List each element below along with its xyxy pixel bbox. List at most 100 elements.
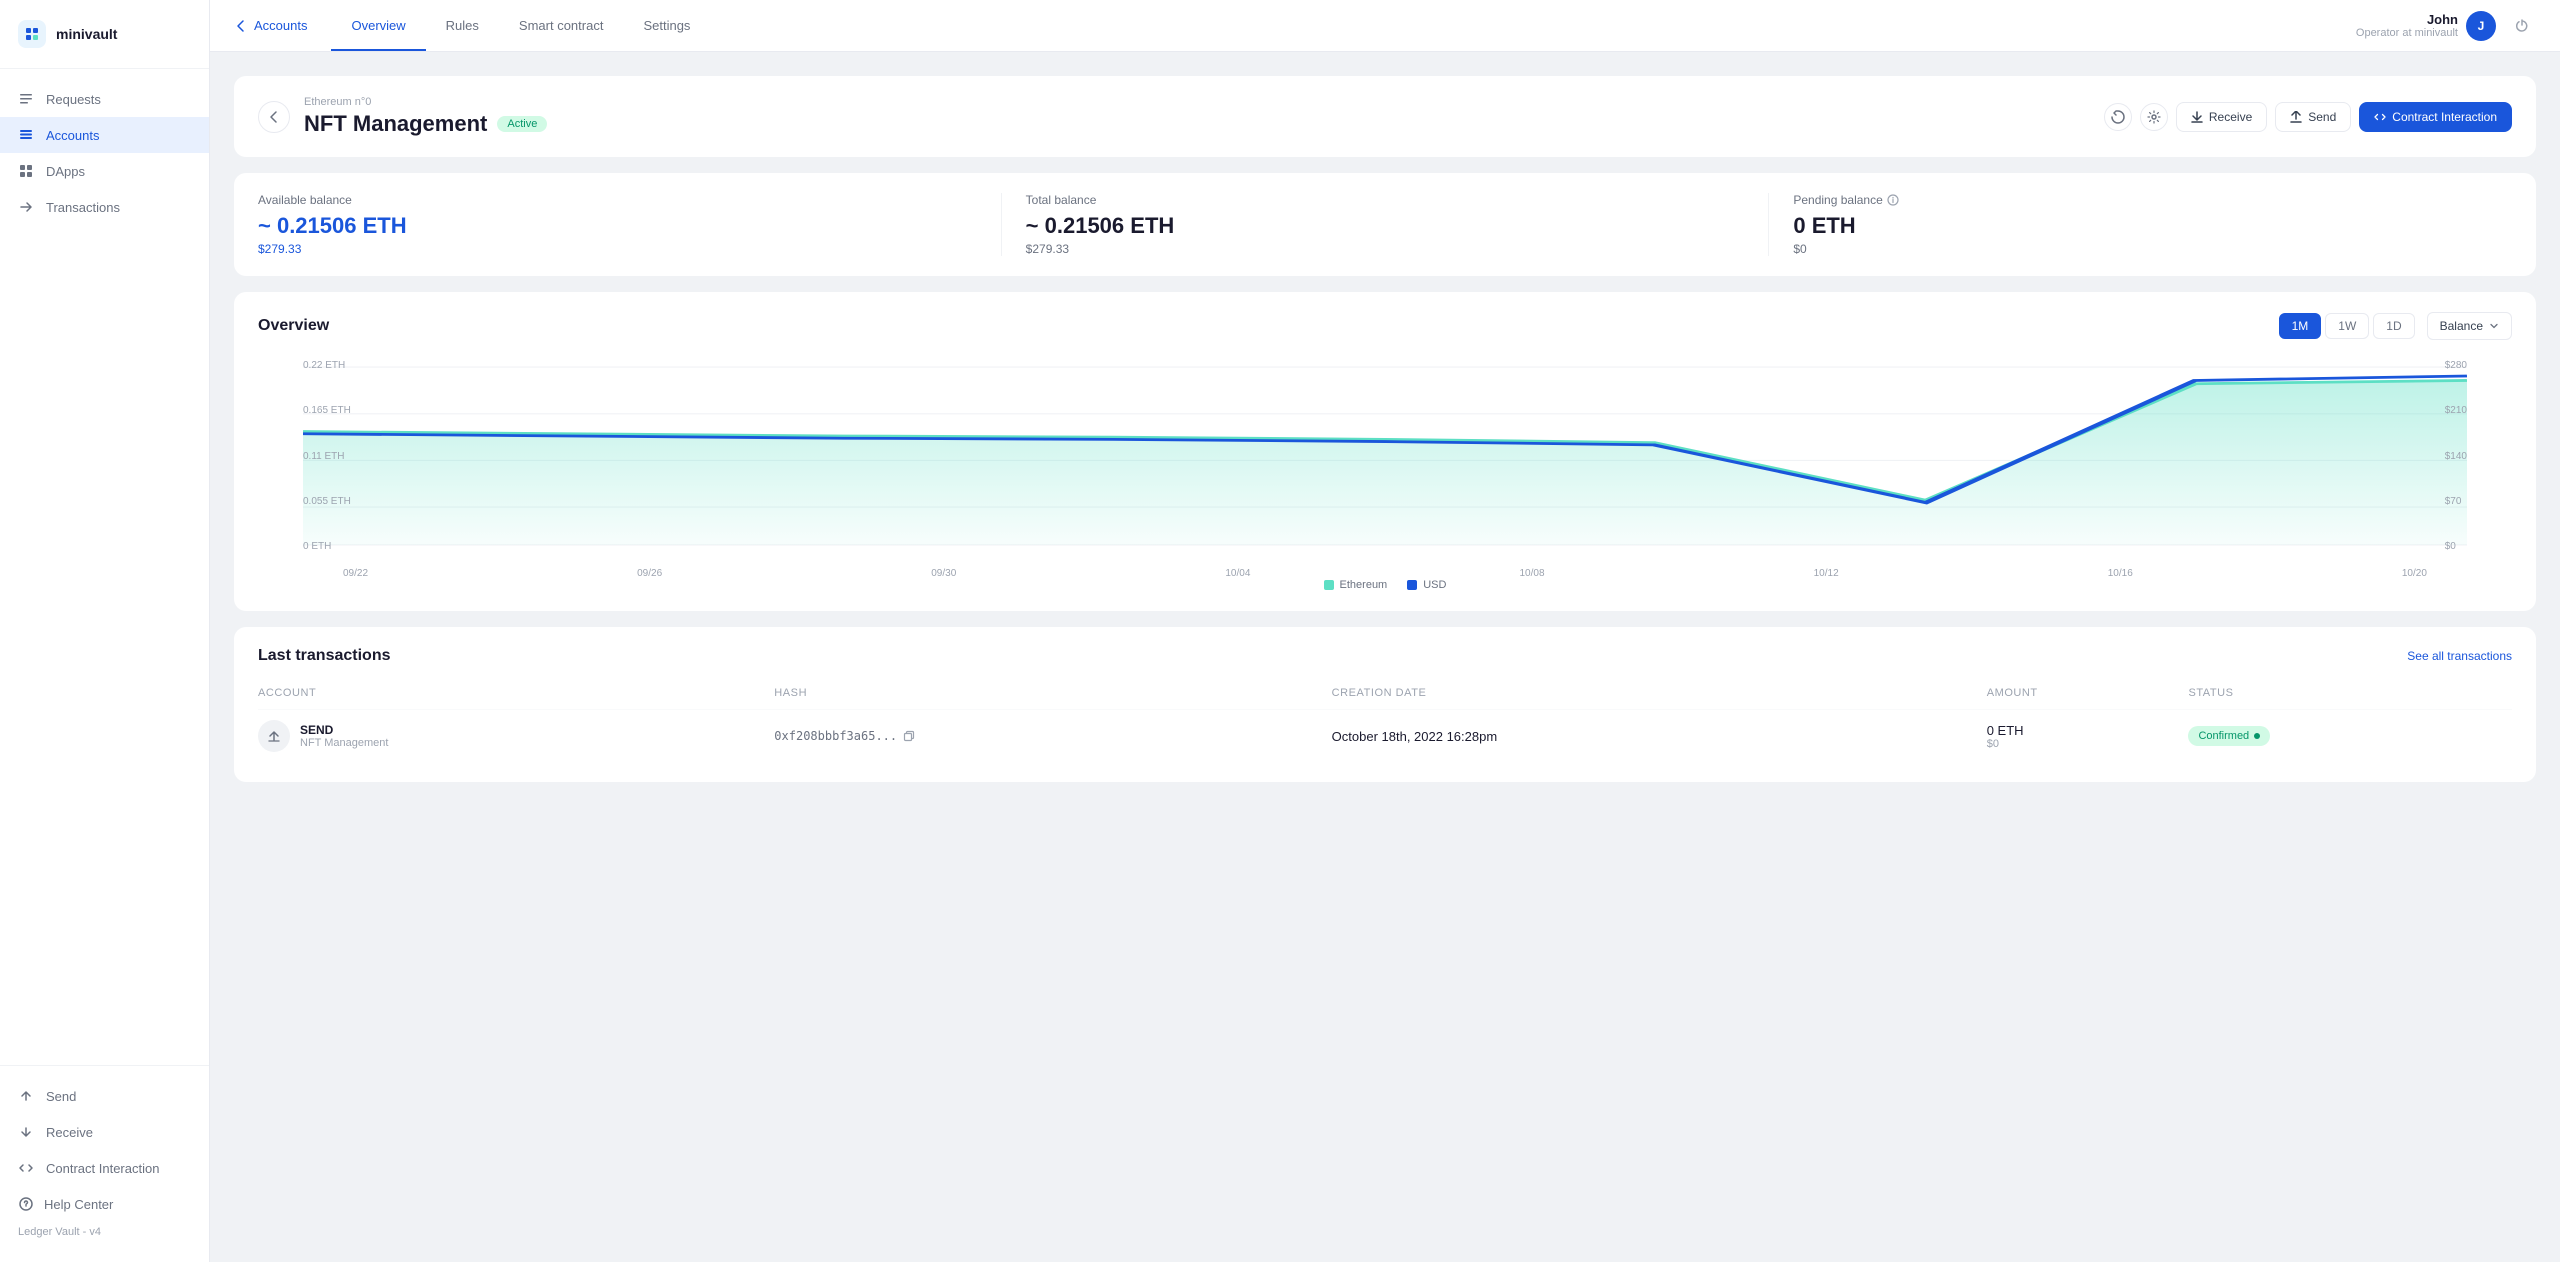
tab-settings[interactable]: Settings	[623, 2, 710, 51]
main-content: Accounts Overview Rules Smart contract S…	[210, 0, 2560, 1262]
receive-btn-label: Receive	[2209, 110, 2252, 124]
tab-smart-contract-label: Smart contract	[519, 18, 604, 33]
pending-balance-usd: $0	[1793, 242, 2512, 256]
sidebar-label-receive: Receive	[46, 1125, 93, 1140]
sidebar-nav: Requests Accounts DApps Transactions	[0, 69, 209, 1065]
contract-btn-icon	[2374, 111, 2386, 123]
transactions-table-body: SEND NFT Management 0xf208bbbf3a65...	[258, 710, 2512, 763]
settings-button[interactable]	[2140, 103, 2168, 131]
sidebar-label-requests: Requests	[46, 92, 101, 107]
sidebar-bottom: Send Receive Contract Interaction Help C…	[0, 1065, 209, 1262]
pending-balance-amount: 0 ETH	[1793, 213, 2512, 239]
tx-account-cell: SEND NFT Management	[258, 710, 774, 763]
balance-section: Available balance ~ 0.21506 ETH $279.33 …	[234, 173, 2536, 276]
list-icon	[18, 91, 34, 107]
sidebar-item-accounts[interactable]: Accounts	[0, 117, 209, 153]
x-label-7: 10/20	[2402, 568, 2427, 579]
back-label: Accounts	[254, 18, 307, 33]
sidebar: minivault Requests Accounts DApps Transa…	[0, 0, 210, 1262]
account-sub-label: Ethereum n°0	[304, 96, 547, 108]
layers-icon	[18, 127, 34, 143]
receive-icon	[18, 1124, 34, 1140]
account-status-badge: Active	[497, 116, 547, 132]
sidebar-item-receive[interactable]: Receive	[0, 1114, 209, 1150]
y-label-1: 0.165 ETH	[303, 405, 351, 416]
transactions-table-header: ACCOUNT HASH CREATION DATE AMOUNT STATUS	[258, 681, 2512, 710]
available-balance-label: Available balance	[258, 193, 977, 207]
send-btn-label: Send	[2308, 110, 2336, 124]
account-header-left: Ethereum n°0 NFT Management Active	[258, 96, 547, 137]
tab-settings-label: Settings	[643, 18, 690, 33]
tx-account-name: NFT Management	[300, 737, 388, 749]
overview-header: Overview 1M 1W 1D Balance	[258, 312, 2512, 340]
x-label-2: 09/30	[931, 568, 956, 579]
col-status: STATUS	[2188, 681, 2512, 710]
tx-hash-cell: 0xf208bbbf3a65...	[774, 710, 1331, 763]
period-buttons: 1M 1W 1D	[2279, 313, 2415, 339]
view-select[interactable]: Balance	[2427, 312, 2512, 340]
copy-icon[interactable]	[903, 730, 915, 742]
status-label: Confirmed	[2198, 730, 2249, 742]
tab-overview[interactable]: Overview	[331, 2, 425, 51]
chart-y-axis-left: 0.22 ETH 0.165 ETH 0.11 ETH 0.055 ETH 0 …	[303, 356, 351, 556]
table-row: SEND NFT Management 0xf208bbbf3a65...	[258, 710, 2512, 763]
y-right-label-0: $280	[2445, 360, 2467, 371]
sidebar-item-transactions[interactable]: Transactions	[0, 189, 209, 225]
tab-smart-contract[interactable]: Smart contract	[499, 2, 624, 51]
y-right-label-2: $140	[2445, 451, 2467, 462]
receive-btn-icon	[2191, 111, 2203, 123]
total-balance-card: Total balance ~ 0.21506 ETH $279.33	[1026, 193, 1770, 256]
pending-balance-label: Pending balance	[1793, 193, 2512, 207]
y-label-4: 0 ETH	[303, 541, 351, 552]
receive-button[interactable]: Receive	[2176, 102, 2267, 132]
chart-y-axis-right: $280 $210 $140 $70 $0	[2445, 356, 2467, 556]
overview-title: Overview	[258, 317, 329, 335]
sidebar-help[interactable]: Help Center	[0, 1186, 209, 1222]
sidebar-label-accounts: Accounts	[46, 128, 99, 143]
sidebar-logo: minivault	[0, 0, 209, 69]
contract-btn-label: Contract Interaction	[2392, 110, 2497, 124]
tx-hash-value: 0xf208bbbf3a65...	[774, 729, 1331, 743]
avatar[interactable]: J	[2466, 11, 2496, 41]
refresh-button[interactable]	[2104, 103, 2132, 131]
sidebar-item-send[interactable]: Send	[0, 1078, 209, 1114]
period-1d[interactable]: 1D	[2373, 313, 2414, 339]
col-account: ACCOUNT	[258, 681, 774, 710]
legend-usd-label: USD	[1423, 579, 1446, 591]
tab-rules[interactable]: Rules	[426, 2, 499, 51]
sidebar-label-dapps: DApps	[46, 164, 85, 179]
back-button[interactable]: Accounts	[234, 18, 307, 33]
chevron-down-icon	[2489, 321, 2499, 331]
see-all-transactions[interactable]: See all transactions	[2407, 649, 2512, 663]
page-content: Ethereum n°0 NFT Management Active Recei…	[210, 52, 2560, 1262]
account-header: Ethereum n°0 NFT Management Active Recei…	[234, 76, 2536, 157]
account-name: NFT Management Active	[304, 111, 547, 137]
tab-rules-label: Rules	[446, 18, 479, 33]
contract-interaction-button[interactable]: Contract Interaction	[2359, 102, 2512, 132]
tx-amount-value: 0 ETH	[1987, 723, 2189, 738]
y-label-2: 0.11 ETH	[303, 451, 351, 462]
info-icon	[1887, 194, 1899, 206]
sidebar-item-requests[interactable]: Requests	[0, 81, 209, 117]
period-1w[interactable]: 1W	[2325, 313, 2369, 339]
account-prev-button[interactable]	[258, 101, 290, 133]
send-button[interactable]: Send	[2275, 102, 2351, 132]
sidebar-item-dapps[interactable]: DApps	[0, 153, 209, 189]
power-button[interactable]	[2508, 12, 2536, 40]
user-details: John Operator at minivault	[2356, 12, 2458, 39]
tx-account-details: SEND NFT Management	[300, 723, 388, 749]
col-hash: HASH	[774, 681, 1331, 710]
x-label-0: 09/22	[343, 568, 368, 579]
account-actions: Receive Send Contract Interaction	[2104, 102, 2512, 132]
user-info: John Operator at minivault J	[2356, 11, 2496, 41]
col-amount: AMOUNT	[1987, 681, 2189, 710]
chart-svg	[303, 356, 2467, 556]
send-btn-icon	[2290, 111, 2302, 123]
transactions-title: Last transactions	[258, 647, 390, 665]
sidebar-item-contract[interactable]: Contract Interaction	[0, 1150, 209, 1186]
period-1m[interactable]: 1M	[2279, 313, 2322, 339]
account-info: Ethereum n°0 NFT Management Active	[304, 96, 547, 137]
topnav-tabs: Overview Rules Smart contract Settings	[331, 2, 2355, 50]
status-badge: Confirmed	[2188, 726, 2270, 746]
sidebar-version: Ledger Vault - v4	[0, 1222, 209, 1250]
